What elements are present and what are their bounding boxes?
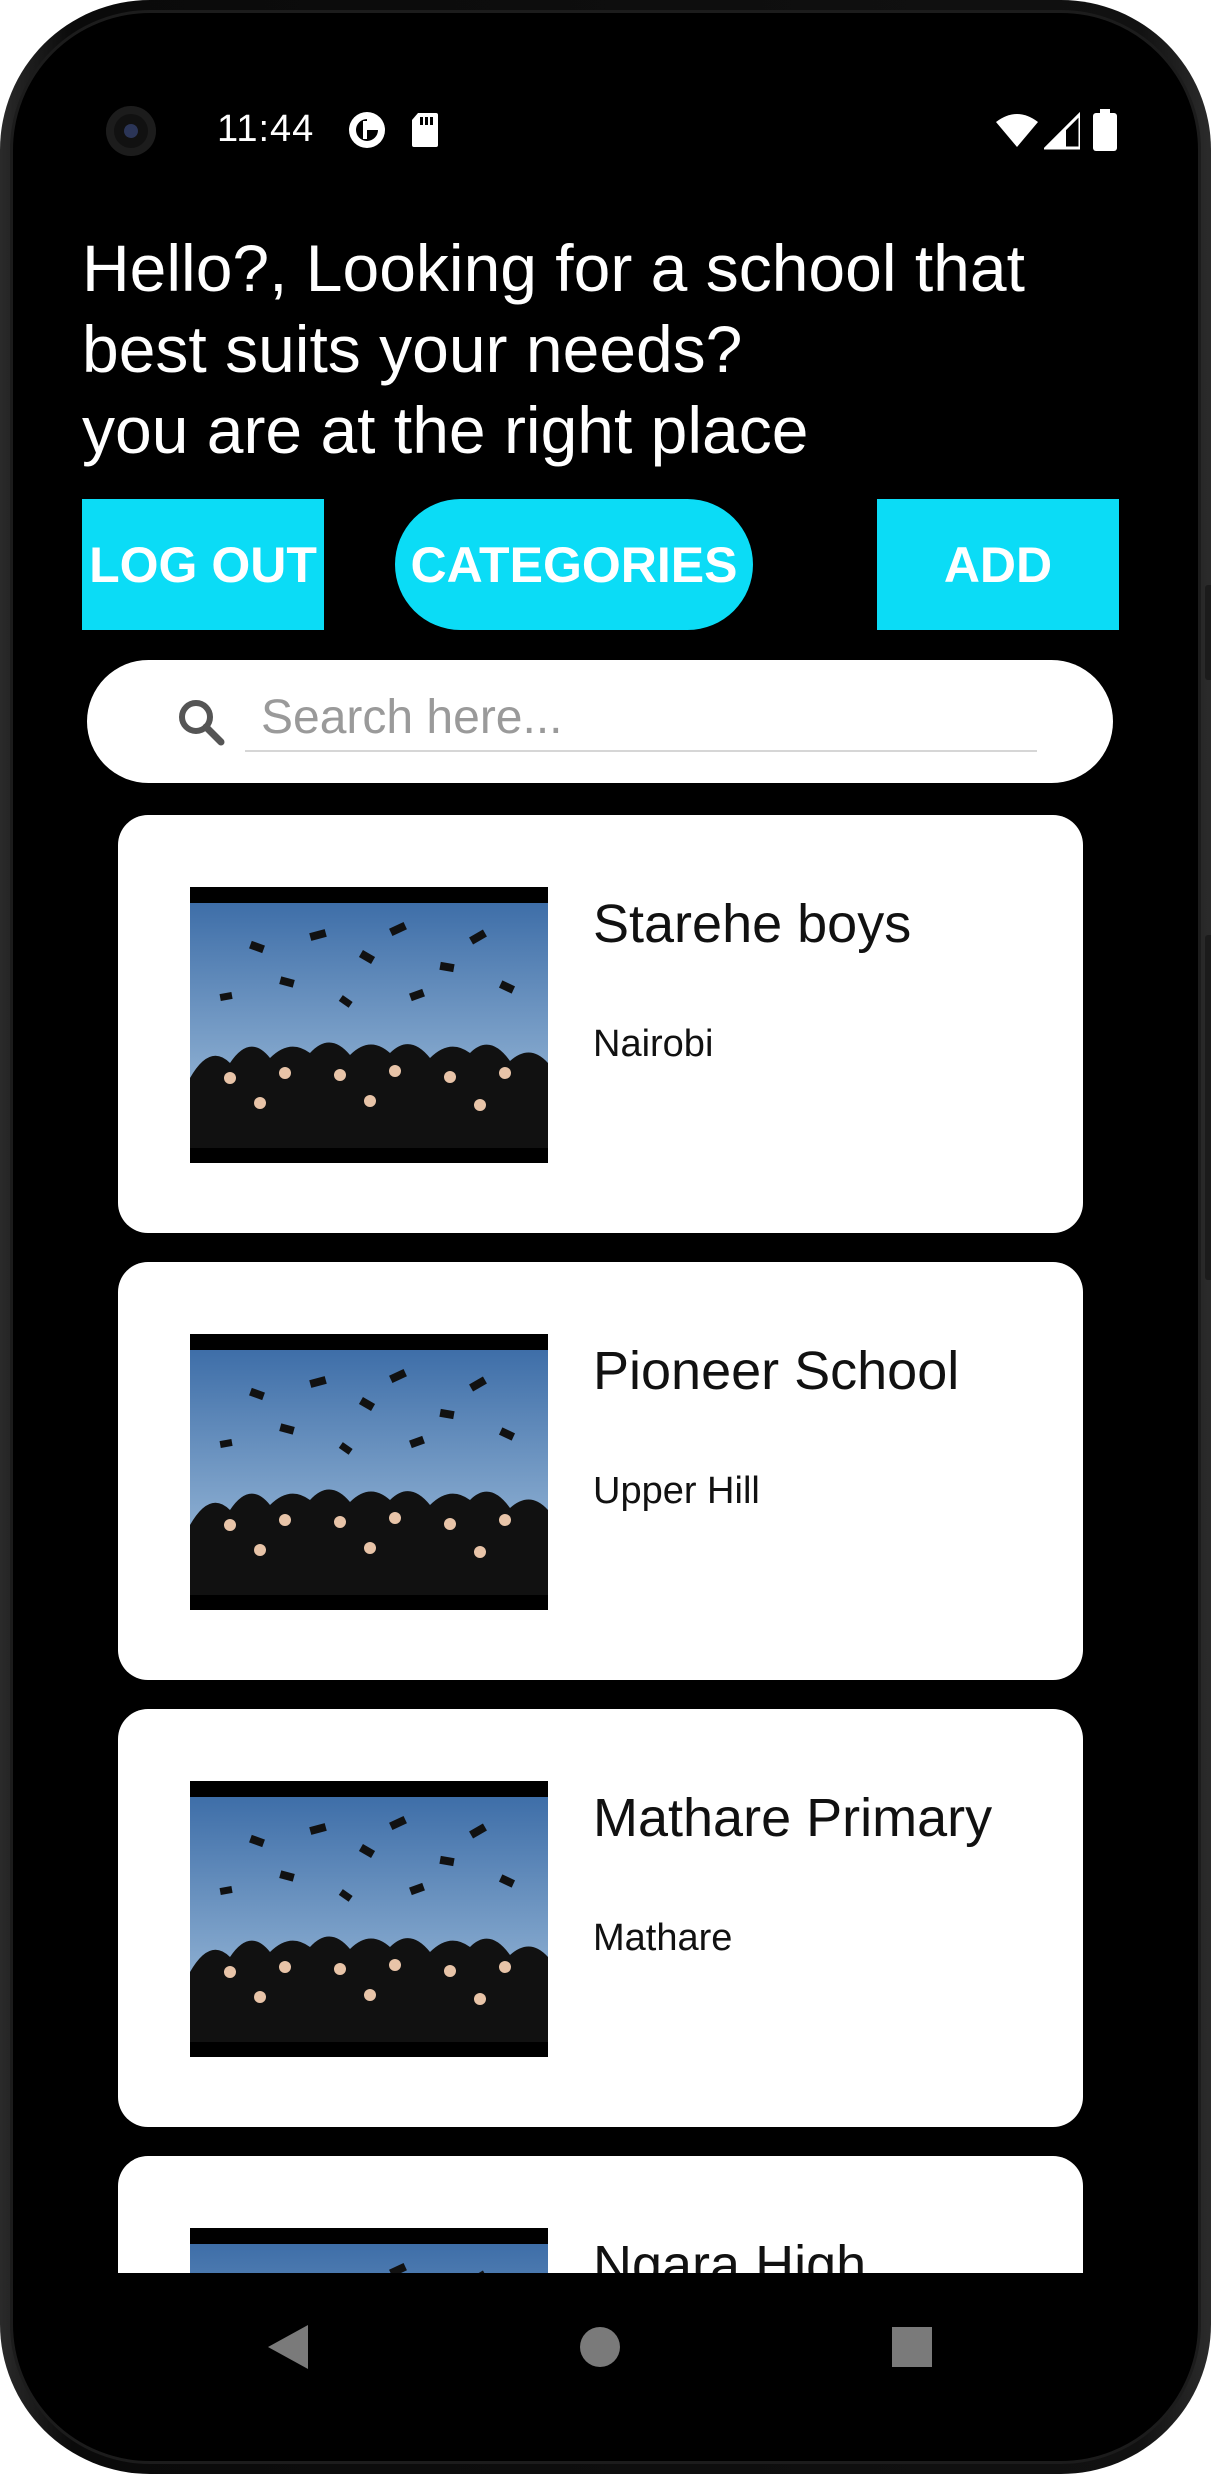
- navigation-bar: [28, 2273, 1183, 2446]
- graduation-image: [190, 2244, 548, 2273]
- school-list[interactable]: 11:44 Hello?, Looking for a school that …: [28, 28, 1183, 2273]
- school-name: Pioneer School: [593, 1341, 960, 1401]
- school-card[interactable]: Starehe boys Nairobi: [118, 815, 1083, 1233]
- school-name: Starehe boys: [593, 894, 912, 954]
- school-location: Nairobi: [593, 1023, 714, 1065]
- school-thumbnail: [190, 1334, 548, 1610]
- home-button[interactable]: [580, 2327, 620, 2367]
- school-card[interactable]: Ngara High: [118, 2156, 1083, 2273]
- greeting-text: Hello?, Looking for a school that best s…: [82, 231, 1025, 467]
- school-name: Mathare Primary: [593, 1788, 993, 1848]
- search-input[interactable]: [245, 684, 1037, 752]
- school-card[interactable]: Pioneer School Upper Hill: [118, 1262, 1083, 1680]
- add-button[interactable]: ADD: [877, 499, 1119, 630]
- power-button: [1205, 585, 1211, 680]
- school-thumbnail: [190, 1781, 548, 2057]
- search-icon: [179, 700, 225, 746]
- school-name: Ngara High: [593, 2235, 867, 2273]
- categories-button[interactable]: CATEGORIES: [395, 499, 753, 630]
- status-time: 11:44: [217, 108, 315, 150]
- recents-button[interactable]: [892, 2327, 932, 2367]
- graduation-image: [190, 1797, 548, 2042]
- front-camera: [106, 106, 156, 156]
- search-bar[interactable]: [87, 660, 1113, 783]
- back-icon[interactable]: [266, 2323, 310, 2371]
- data-saver-icon: [349, 112, 385, 148]
- school-location: Mathare: [593, 1917, 733, 1959]
- volume-button: [1205, 935, 1211, 1280]
- school-location: Upper Hill: [593, 1470, 760, 1512]
- battery-icon: [1093, 109, 1117, 151]
- school-thumbnail: [190, 2228, 548, 2273]
- graduation-image: [190, 903, 548, 1148]
- signal-icon: [1044, 112, 1080, 150]
- screen: 11:44 Hello?, Looking for a school that …: [28, 28, 1183, 2446]
- school-card[interactable]: Mathare Primary Mathare: [118, 1709, 1083, 2127]
- phone-frame: 11:44 Hello?, Looking for a school that …: [0, 0, 1211, 2474]
- graduation-image: [190, 1350, 548, 1595]
- wifi-icon: [996, 114, 1038, 147]
- sd-card-icon: [412, 113, 438, 147]
- school-thumbnail: [190, 887, 548, 1163]
- logout-button[interactable]: LOG OUT: [82, 499, 324, 630]
